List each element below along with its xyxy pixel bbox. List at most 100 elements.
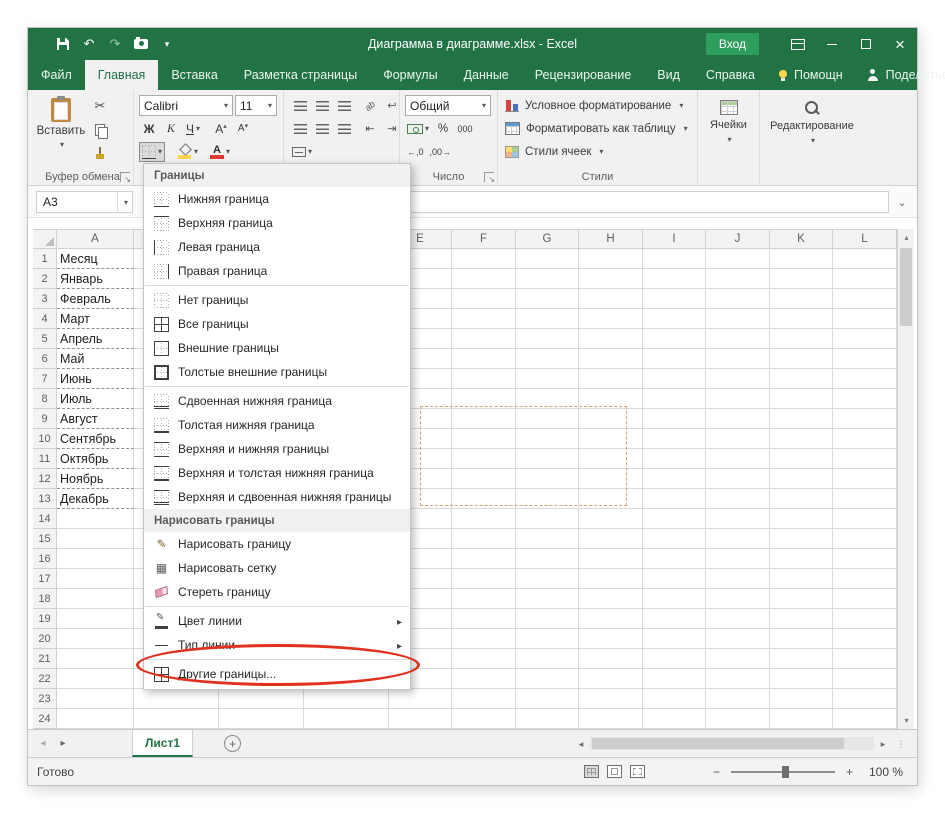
font-size-dropdown-arrow[interactable] xyxy=(266,101,272,110)
row-header-22[interactable]: 22 xyxy=(33,669,57,689)
increase-decimal-button[interactable]: ←,0 xyxy=(405,142,426,162)
cell-I17[interactable] xyxy=(643,569,706,589)
row-header-6[interactable]: 6 xyxy=(33,349,57,369)
cell-I10[interactable] xyxy=(643,429,706,449)
cell-G8[interactable] xyxy=(516,389,579,409)
menu-item-top-and-double-bottom-border[interactable]: Верхняя и сдвоенная нижняя границы xyxy=(144,485,410,509)
cell-L20[interactable] xyxy=(833,629,897,649)
cell-F10[interactable] xyxy=(452,429,516,449)
cell-F23[interactable] xyxy=(452,689,516,709)
vertical-scrollbar[interactable] xyxy=(897,229,914,729)
cell-A15[interactable] xyxy=(57,529,134,549)
borders-button[interactable] xyxy=(139,141,166,162)
cell-L10[interactable] xyxy=(833,429,897,449)
format-as-table-dropdown-arrow[interactable] xyxy=(682,124,688,133)
cell-J20[interactable] xyxy=(706,629,770,649)
cell-I5[interactable] xyxy=(643,329,706,349)
row-header-24[interactable]: 24 xyxy=(33,709,57,729)
cell-J22[interactable] xyxy=(706,669,770,689)
cell-F6[interactable] xyxy=(452,349,516,369)
cell-I14[interactable] xyxy=(643,509,706,529)
cell-J2[interactable] xyxy=(706,269,770,289)
cells-dropdown-arrow[interactable] xyxy=(725,135,731,144)
camera-button[interactable] xyxy=(130,33,152,55)
font-size-combo[interactable]: 11 xyxy=(235,95,277,116)
next-sheet-button[interactable] xyxy=(54,730,72,757)
merge-center-button[interactable] xyxy=(290,142,314,162)
cell-L1[interactable] xyxy=(833,249,897,269)
cell-A18[interactable] xyxy=(57,589,134,609)
cell-F16[interactable] xyxy=(452,549,516,569)
row-header-12[interactable]: 12 xyxy=(33,469,57,489)
menu-item-right-border[interactable]: Правая граница xyxy=(144,259,410,283)
tab-data[interactable]: Данные xyxy=(451,60,522,90)
cell-L19[interactable] xyxy=(833,609,897,629)
cell-F7[interactable] xyxy=(452,369,516,389)
editing-button[interactable]: Редактирование xyxy=(764,94,860,181)
fill-color-button[interactable] xyxy=(175,142,200,162)
cell-L22[interactable] xyxy=(833,669,897,689)
normal-view-button[interactable] xyxy=(583,765,599,778)
cell-J1[interactable] xyxy=(706,249,770,269)
cell-E24[interactable] xyxy=(389,709,452,729)
cell-G20[interactable] xyxy=(516,629,579,649)
cell-L17[interactable] xyxy=(833,569,897,589)
decrease-decimal-button[interactable]: ,00→ xyxy=(428,142,454,162)
horizontal-scrollbar-thumb[interactable] xyxy=(592,738,844,749)
merge-dropdown-arrow[interactable] xyxy=(306,147,312,156)
zoom-in-button[interactable] xyxy=(846,765,853,779)
cell-F3[interactable] xyxy=(452,289,516,309)
row-header-8[interactable]: 8 xyxy=(33,389,57,409)
cell-J10[interactable] xyxy=(706,429,770,449)
borders-dropdown-arrow[interactable] xyxy=(156,147,162,156)
cell-A19[interactable] xyxy=(57,609,134,629)
scroll-down-button[interactable] xyxy=(898,712,915,729)
expand-formula-bar-button[interactable] xyxy=(893,191,911,213)
cell-L21[interactable] xyxy=(833,649,897,669)
cell-I20[interactable] xyxy=(643,629,706,649)
cell-F24[interactable] xyxy=(452,709,516,729)
cell-F21[interactable] xyxy=(452,649,516,669)
cell-A17[interactable] xyxy=(57,569,134,589)
undo-button[interactable] xyxy=(78,33,100,55)
cell-A11[interactable]: Октябрь xyxy=(57,449,134,469)
cell-I12[interactable] xyxy=(643,469,706,489)
menu-item-bottom-border[interactable]: Нижняя граница xyxy=(144,187,410,211)
cell-G1[interactable] xyxy=(516,249,579,269)
cell-L8[interactable] xyxy=(833,389,897,409)
cell-F4[interactable] xyxy=(452,309,516,329)
paste-button[interactable]: Вставить xyxy=(37,94,85,166)
cell-A9[interactable]: Август xyxy=(57,409,134,429)
tab-view[interactable]: Вид xyxy=(644,60,693,90)
cell-H17[interactable] xyxy=(579,569,643,589)
cell-G16[interactable] xyxy=(516,549,579,569)
cell-K22[interactable] xyxy=(770,669,833,689)
cell-H13[interactable] xyxy=(579,489,643,509)
column-header-J[interactable]: J xyxy=(706,229,770,249)
cell-K9[interactable] xyxy=(770,409,833,429)
cell-L13[interactable] xyxy=(833,489,897,509)
copy-button[interactable] xyxy=(90,120,110,140)
zoom-percentage[interactable]: 100 % xyxy=(861,765,903,779)
cell-F13[interactable] xyxy=(452,489,516,509)
menu-item-top-border[interactable]: Верхняя граница xyxy=(144,211,410,235)
cell-K12[interactable] xyxy=(770,469,833,489)
cell-L2[interactable] xyxy=(833,269,897,289)
column-header-H[interactable]: H xyxy=(579,229,643,249)
cell-L4[interactable] xyxy=(833,309,897,329)
tab-home[interactable]: Главная xyxy=(84,60,159,90)
cell-G12[interactable] xyxy=(516,469,579,489)
clipboard-dialog-launcher-icon[interactable] xyxy=(120,172,131,184)
cell-F9[interactable] xyxy=(452,409,516,429)
cell-K4[interactable] xyxy=(770,309,833,329)
zoom-out-button[interactable] xyxy=(713,765,720,779)
cell-I21[interactable] xyxy=(643,649,706,669)
cell-I9[interactable] xyxy=(643,409,706,429)
cell-G4[interactable] xyxy=(516,309,579,329)
bold-button[interactable]: Ж xyxy=(139,119,159,139)
cell-J17[interactable] xyxy=(706,569,770,589)
tab-split-handle[interactable] xyxy=(894,737,908,751)
menu-item-draw-border-grid[interactable]: Нарисовать сетку xyxy=(144,556,410,580)
cell-C23[interactable] xyxy=(219,689,304,709)
cell-G7[interactable] xyxy=(516,369,579,389)
